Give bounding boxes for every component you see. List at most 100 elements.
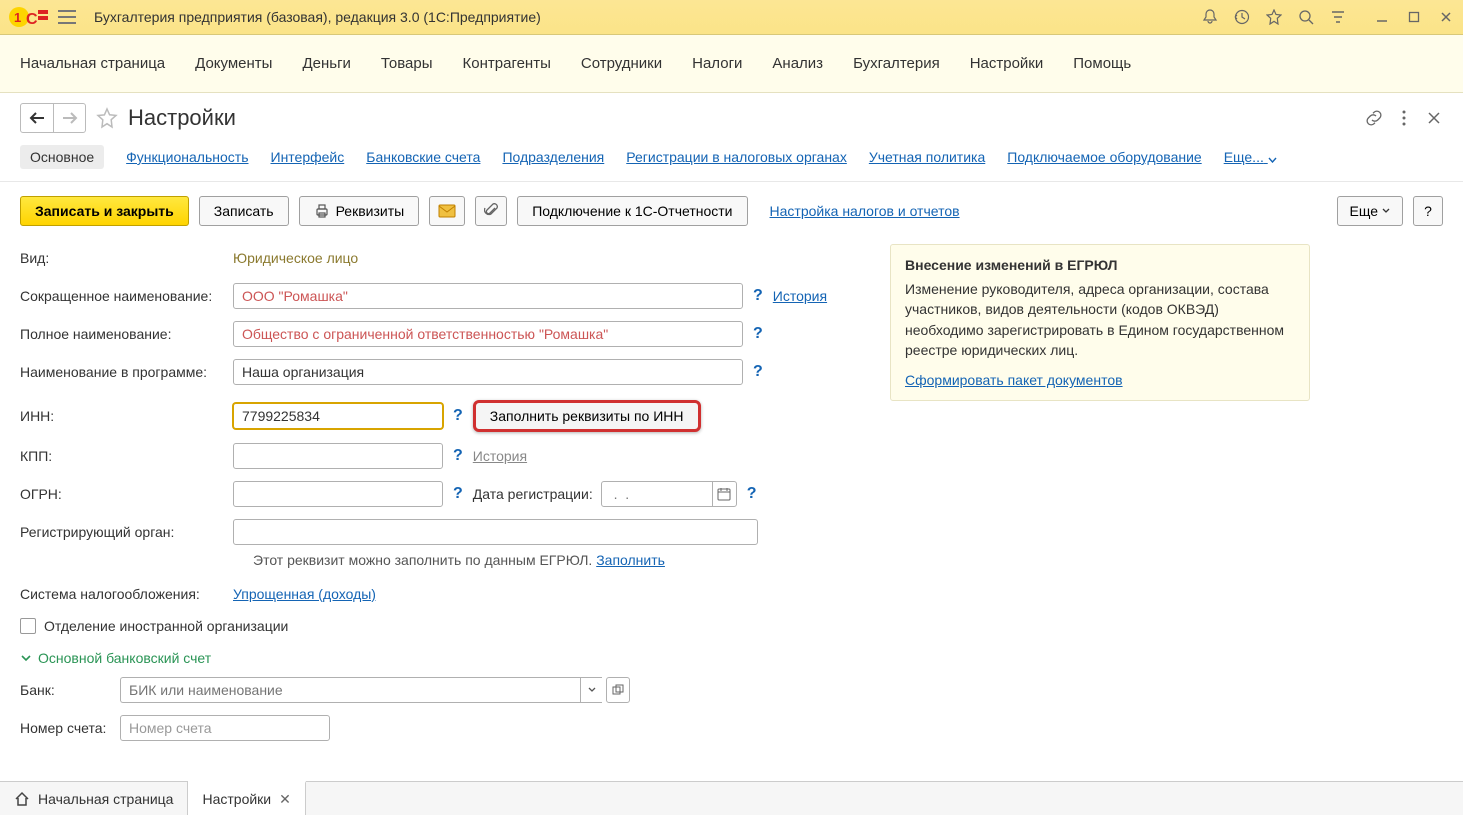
- chevron-down-icon: [1382, 208, 1390, 214]
- inn-label: ИНН:: [20, 408, 233, 424]
- reg-org-label: Регистрирующий орган:: [20, 524, 233, 540]
- reg-org-input[interactable]: [233, 519, 758, 545]
- tax-sys-link[interactable]: Упрощенная (доходы): [233, 586, 376, 602]
- nav-arrows: [20, 103, 86, 133]
- prog-name-help[interactable]: ?: [753, 363, 763, 381]
- tab-main[interactable]: Основное: [20, 145, 104, 169]
- acct-input[interactable]: [120, 715, 330, 741]
- tab-interface[interactable]: Интерфейс: [271, 149, 345, 165]
- prog-name-input[interactable]: [233, 359, 743, 385]
- search-icon[interactable]: [1297, 8, 1315, 26]
- bottom-tab-settings[interactable]: Настройки ✕: [188, 781, 305, 815]
- tab-tax-registrations[interactable]: Регистрации в налоговых органах: [626, 149, 847, 165]
- kpp-input[interactable]: [233, 443, 443, 469]
- kpp-label: КПП:: [20, 448, 233, 464]
- reg-date-label: Дата регистрации:: [473, 486, 593, 502]
- bank-dropdown-button[interactable]: [580, 677, 602, 703]
- org-form: Вид: Юридическое лицо Сокращенное наимен…: [20, 244, 860, 752]
- history-icon[interactable]: [1233, 8, 1251, 26]
- ogrn-input[interactable]: [233, 481, 443, 507]
- foreign-org-checkbox[interactable]: [20, 618, 36, 634]
- full-name-input[interactable]: [233, 321, 743, 347]
- inn-input[interactable]: [233, 403, 443, 429]
- more-button[interactable]: Еще: [1337, 196, 1404, 226]
- short-name-input[interactable]: [233, 283, 743, 309]
- inn-help[interactable]: ?: [453, 407, 463, 425]
- calendar-icon[interactable]: [712, 482, 736, 506]
- bank-open-button[interactable]: [606, 677, 630, 703]
- reg-hint: Этот реквизит можно заполнить по данным …: [20, 552, 860, 568]
- menu-icon[interactable]: [58, 10, 76, 24]
- star-icon[interactable]: [1265, 8, 1283, 26]
- help-button[interactable]: ?: [1413, 196, 1443, 226]
- fill-by-inn-button[interactable]: Заполнить реквизиты по ИНН: [473, 400, 701, 432]
- prog-name-label: Наименование в программе:: [20, 364, 233, 380]
- kpp-history-link[interactable]: История: [473, 448, 527, 464]
- menu-taxes[interactable]: Налоги: [692, 55, 742, 72]
- bank-input[interactable]: [120, 677, 580, 703]
- short-name-help[interactable]: ?: [753, 287, 763, 305]
- kind-label: Вид:: [20, 250, 233, 266]
- bank-section-label: Основной банковский счет: [38, 650, 211, 666]
- info-panel-link[interactable]: Сформировать пакет документов: [905, 372, 1123, 388]
- page-title: Настройки: [128, 105, 1365, 131]
- bank-section-header[interactable]: Основной банковский счет: [20, 650, 860, 666]
- bottom-tab-home[interactable]: Начальная страница: [0, 782, 188, 815]
- menu-contractors[interactable]: Контрагенты: [463, 55, 551, 72]
- home-icon: [14, 791, 30, 807]
- menu-goods[interactable]: Товары: [381, 55, 433, 72]
- maximize-icon[interactable]: [1405, 8, 1423, 26]
- save-close-button[interactable]: Записать и закрыть: [20, 196, 189, 226]
- nav-forward[interactable]: [53, 104, 85, 132]
- page-close-icon[interactable]: [1425, 109, 1443, 127]
- more-label: Еще: [1350, 203, 1379, 219]
- printer-icon: [314, 203, 330, 219]
- short-name-label: Сокращенное наименование:: [20, 288, 233, 304]
- print-props-button[interactable]: Реквизиты: [299, 196, 420, 226]
- link-icon[interactable]: [1365, 109, 1383, 127]
- info-panel-title: Внесение изменений в ЕГРЮЛ: [905, 257, 1295, 273]
- menu-employees[interactable]: Сотрудники: [581, 55, 662, 72]
- minimize-icon[interactable]: [1373, 8, 1391, 26]
- menu-money[interactable]: Деньги: [302, 55, 350, 72]
- menu-home[interactable]: Начальная страница: [20, 55, 165, 72]
- ogrn-help[interactable]: ?: [453, 485, 463, 503]
- foreign-org-label: Отделение иностранной организации: [44, 618, 288, 634]
- reg-date-input[interactable]: [602, 486, 712, 502]
- connect-reporting-button[interactable]: Подключение к 1С-Отчетности: [517, 196, 747, 226]
- full-name-label: Полное наименование:: [20, 326, 233, 342]
- short-name-history-link[interactable]: История: [773, 288, 827, 304]
- nav-back[interactable]: [21, 104, 53, 132]
- tab-accounting-policy[interactable]: Учетная политика: [869, 149, 985, 165]
- save-button[interactable]: Записать: [199, 196, 289, 226]
- tab-equipment[interactable]: Подключаемое оборудование: [1007, 149, 1201, 165]
- attach-button[interactable]: [475, 196, 507, 226]
- bottom-tabs: Начальная страница Настройки ✕: [0, 781, 1463, 815]
- reg-date-help[interactable]: ?: [747, 485, 757, 503]
- menu-analysis[interactable]: Анализ: [772, 55, 823, 72]
- close-icon[interactable]: [1437, 8, 1455, 26]
- tab-bank-accounts[interactable]: Банковские счета: [366, 149, 480, 165]
- paperclip-icon: [484, 203, 498, 219]
- kpp-help[interactable]: ?: [453, 447, 463, 465]
- menu-documents[interactable]: Документы: [195, 55, 272, 72]
- filter-icon[interactable]: [1329, 8, 1347, 26]
- menu-help[interactable]: Помощь: [1073, 55, 1131, 72]
- tab-more[interactable]: Еще...: [1224, 149, 1277, 165]
- svg-text:С: С: [26, 11, 38, 28]
- mail-button[interactable]: [429, 196, 465, 226]
- reg-fill-link[interactable]: Заполнить: [596, 552, 665, 568]
- bell-icon[interactable]: [1201, 8, 1219, 26]
- bottom-tab-close-icon[interactable]: ✕: [279, 791, 291, 808]
- svg-text:1: 1: [14, 10, 21, 25]
- favorite-star-icon[interactable]: [96, 107, 118, 129]
- full-name-help[interactable]: ?: [753, 325, 763, 343]
- ogrn-label: ОГРН:: [20, 486, 233, 502]
- kebab-icon[interactable]: [1395, 109, 1413, 127]
- tab-functionality[interactable]: Функциональность: [126, 149, 248, 165]
- menu-accounting[interactable]: Бухгалтерия: [853, 55, 940, 72]
- menu-settings[interactable]: Настройки: [970, 55, 1044, 72]
- tax-reports-link[interactable]: Настройка налогов и отчетов: [770, 203, 960, 219]
- bottom-tab-settings-label: Настройки: [202, 791, 271, 807]
- tab-departments[interactable]: Подразделения: [502, 149, 604, 165]
